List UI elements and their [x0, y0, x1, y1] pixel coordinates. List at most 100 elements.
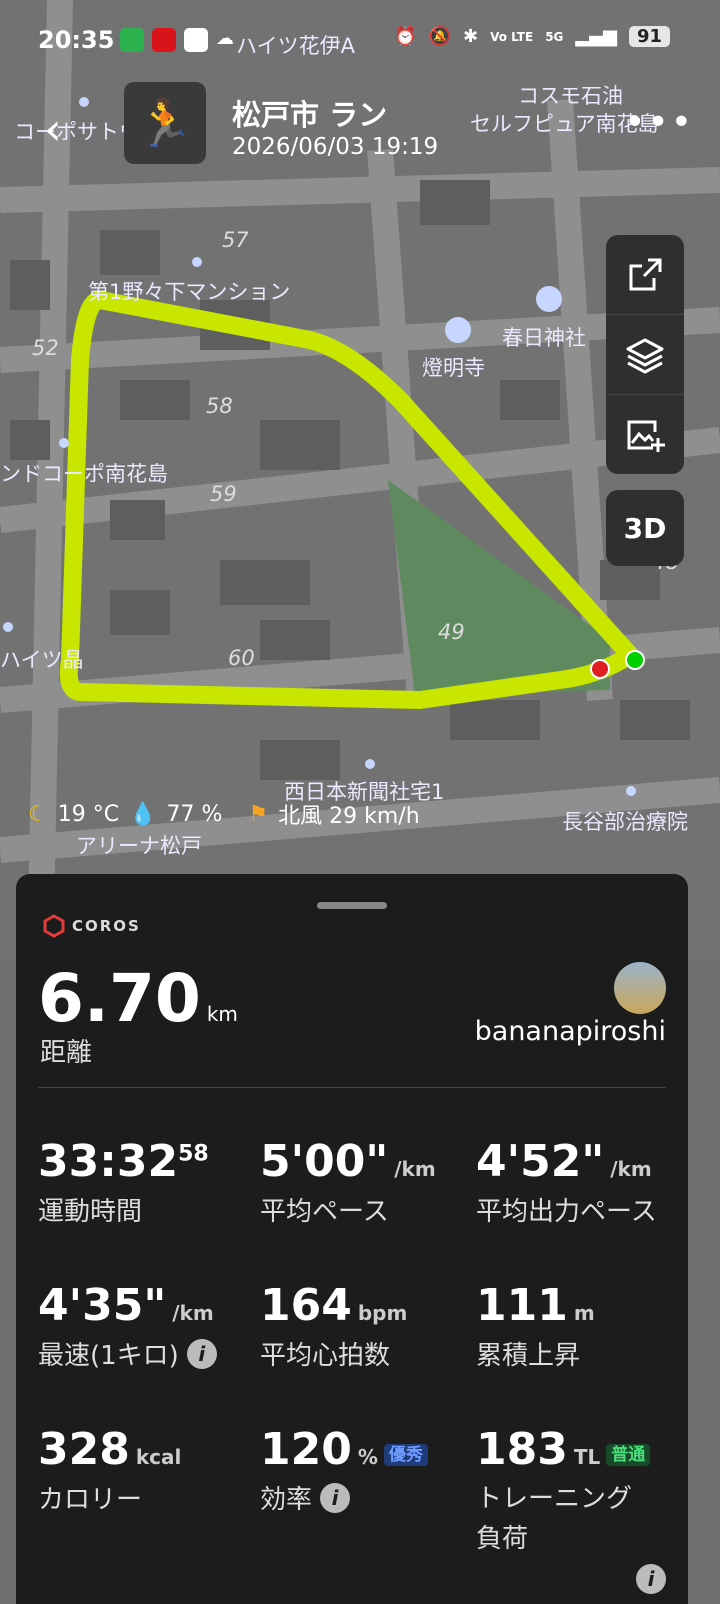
info-icon[interactable]: i: [320, 1482, 351, 1513]
metric-label: 効率: [260, 1485, 313, 1515]
brand-name: COROS: [72, 917, 141, 935]
notification-icons: ☁: [120, 28, 234, 52]
metric-label: トレーニング負荷: [476, 1484, 633, 1554]
distance: 6.70 km: [38, 960, 238, 1037]
metric-label: 運動時間: [38, 1197, 143, 1227]
metric-value: 111: [476, 1280, 568, 1331]
add-image-icon: [627, 420, 665, 452]
brand-logo: COROS: [42, 914, 141, 938]
volte-icon: Vo LTE: [490, 29, 534, 44]
metric-value: 183: [476, 1424, 568, 1475]
wind-flag-icon: ⚑: [248, 801, 269, 827]
kuroneko-app-icon: [184, 28, 208, 52]
metric-fastest-km: 4'35"/km 最速(1キロ) i: [38, 1280, 248, 1372]
metric-value: 33:32: [38, 1136, 179, 1187]
metric-unit: bpm: [357, 1301, 408, 1325]
username[interactable]: bananapiroshi: [475, 1016, 666, 1047]
map-label-number: 59: [210, 482, 237, 506]
humidity: 77 %: [166, 801, 223, 827]
temperature: 19 °C: [57, 801, 120, 827]
metric-label: 累積上昇: [476, 1341, 581, 1371]
layers-button[interactable]: [606, 315, 684, 395]
metric-value: 4'52": [476, 1136, 605, 1187]
delivery-app-icon: [152, 28, 176, 52]
distance-value: 6.70: [38, 960, 201, 1037]
share-button[interactable]: [606, 235, 684, 315]
map-label-poi: 春日神社: [502, 326, 586, 350]
metric-value: 120: [260, 1424, 352, 1475]
metric-calories: 328 kcal カロリー: [38, 1424, 248, 1516]
map-label-number: 60: [228, 646, 255, 670]
weather-info: ☾ 19 °C 💧 77 % ⚑ 北風 29 km/h: [28, 798, 420, 830]
map-label-number: 58: [206, 394, 233, 418]
metric-unit: /km: [610, 1157, 652, 1181]
activity-date: 2026/06/03 19:19: [232, 134, 439, 160]
metric-unit: kcal: [135, 1445, 182, 1469]
metric-unit: /km: [172, 1301, 214, 1325]
metric-value: 164: [260, 1280, 352, 1331]
humidity-icon: 💧: [129, 801, 157, 827]
end-marker: [590, 659, 610, 679]
coros-logo-icon: [43, 914, 65, 938]
avatar[interactable]: [614, 962, 666, 1014]
efficiency-badge: 優秀: [383, 1443, 428, 1466]
map-label-poi: 燈明寺: [422, 356, 485, 380]
training-load-badge: 普通: [606, 1443, 651, 1466]
metric-value: 328: [38, 1424, 130, 1475]
back-button[interactable]: ‹: [44, 104, 62, 155]
metric-unit: TL: [573, 1445, 601, 1469]
shield-app-icon: [120, 28, 144, 52]
network-type: 5G: [545, 29, 564, 44]
map-label-poi: 第1野々下マンション: [88, 280, 291, 304]
metric-sup: 58: [178, 1141, 209, 1167]
layers-icon: [626, 338, 664, 373]
moon-icon: ☾: [28, 801, 48, 827]
run-activity-icon: 🏃: [124, 82, 206, 164]
metric-label: 平均ペース: [260, 1197, 389, 1227]
map-label-poi: ンドコーポ南花島: [0, 462, 168, 486]
distance-unit: km: [206, 1002, 238, 1026]
bluetooth-icon: ✱: [463, 26, 479, 47]
map-label-number: 57: [222, 228, 249, 252]
metric-efficiency: 120% 優秀 効率 i: [260, 1424, 470, 1516]
alarm-icon: ⏰: [394, 26, 417, 47]
metric-label: カロリー: [38, 1485, 143, 1515]
drag-handle[interactable]: [317, 902, 387, 909]
metric-avg-heart-rate: 164 bpm 平均心拍数: [260, 1280, 470, 1372]
status-time: 20:35: [38, 26, 115, 54]
metric-elevation-gain: 111 m 累積上昇: [476, 1280, 686, 1372]
status-bar: 20:35 ☁ ⏰ 🔕 ✱ Vo LTE 5G ▂▄▆ 91: [0, 0, 720, 80]
start-marker: [625, 650, 645, 670]
metric-label: 平均出力ペース: [476, 1197, 657, 1227]
more-button[interactable]: •••: [624, 102, 694, 143]
metric-value: 5'00": [260, 1136, 389, 1187]
metric-duration: 33:3258 運動時間: [38, 1136, 248, 1228]
3d-toggle-button[interactable]: 3D: [606, 490, 684, 566]
map-label-number: 52: [32, 336, 59, 360]
map-label-poi: コーポサトウ: [14, 120, 140, 144]
cloud-icon: ☁: [216, 28, 234, 49]
map-label-poi: ハイツ晶: [0, 648, 84, 672]
divider: [38, 1087, 666, 1088]
battery-indicator: 91: [628, 26, 670, 47]
wind: 北風 29 km/h: [278, 804, 420, 829]
metric-avg-pace: 5'00"/km 平均ペース: [260, 1136, 470, 1228]
metric-unit: /km: [394, 1157, 436, 1181]
metric-label: 平均心拍数: [260, 1341, 391, 1371]
signal-icon: ▂▄▆: [575, 26, 617, 47]
map-label-poi: コスモ石油: [518, 84, 623, 108]
metric-training-load: 183 TL 普通 トレーニング負荷: [476, 1424, 676, 1559]
mute-icon: 🔕: [428, 26, 451, 47]
metric-avg-power-pace: 4'52"/km 平均出力ペース: [476, 1136, 686, 1228]
map-toolbar: [606, 235, 684, 474]
map-label-number: 49: [438, 620, 465, 644]
distance-label: 距離: [40, 1038, 93, 1068]
metric-label: 最速(1キロ): [38, 1341, 179, 1371]
map-label-poi: アリーナ松戸: [76, 834, 202, 858]
add-image-button[interactable]: [606, 395, 684, 474]
map-label-poi: 長谷部治療院: [562, 810, 688, 834]
share-icon: [629, 258, 662, 290]
info-icon[interactable]: i: [636, 1564, 666, 1594]
metric-unit: %: [357, 1445, 378, 1469]
info-icon[interactable]: i: [186, 1338, 217, 1369]
